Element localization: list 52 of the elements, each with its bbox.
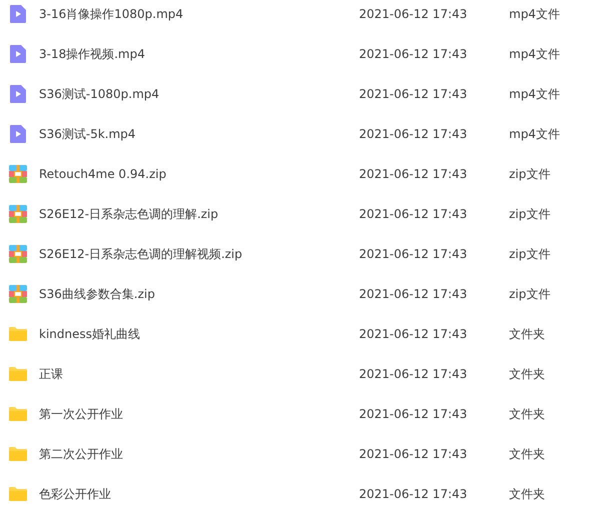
modified-date: 2021-06-12 17:43 xyxy=(359,46,468,63)
modified-date: 2021-06-12 17:43 xyxy=(359,246,468,263)
archive-icon xyxy=(9,165,27,183)
file-type: zip文件 xyxy=(509,166,550,183)
modified-date: 2021-06-12 17:43 xyxy=(359,6,468,23)
file-name: 色彩公开作业 xyxy=(39,486,112,503)
modified-date: 2021-06-12 17:43 xyxy=(359,166,468,183)
file-type: 文件夹 xyxy=(509,446,545,463)
file-type: mp4文件 xyxy=(509,126,560,143)
folder-icon xyxy=(9,485,27,503)
modified-date: 2021-06-12 17:43 xyxy=(359,86,468,103)
modified-date: 2021-06-12 17:43 xyxy=(359,446,468,463)
file-type: 文件夹 xyxy=(509,486,545,503)
video-file-icon xyxy=(9,125,27,143)
file-type: mp4文件 xyxy=(509,46,560,63)
folder-icon xyxy=(9,325,27,343)
modified-date: 2021-06-12 17:43 xyxy=(359,286,468,303)
modified-date: 2021-06-12 17:43 xyxy=(359,326,468,343)
archive-icon xyxy=(9,205,27,223)
file-type: zip文件 xyxy=(509,286,550,303)
file-type: 文件夹 xyxy=(509,326,545,343)
file-name: 第二次公开作业 xyxy=(39,446,124,463)
archive-icon xyxy=(9,285,27,303)
modified-date: 2021-06-12 17:43 xyxy=(359,206,468,223)
video-file-icon xyxy=(9,45,27,63)
file-name: 3-18操作视频.mp4 xyxy=(39,46,146,63)
file-name: S36测试-1080p.mp4 xyxy=(39,86,160,103)
file-type: 文件夹 xyxy=(509,406,545,423)
file-name: 3-16肖像操作1080p.mp4 xyxy=(39,6,184,23)
file-name: S26E12-日系杂志色调的理解视频.zip xyxy=(39,246,244,263)
modified-date: 2021-06-12 17:43 xyxy=(359,126,468,143)
modified-date: 2021-06-12 17:43 xyxy=(359,366,468,383)
file-name: S36曲线参数合集.zip xyxy=(39,286,156,303)
file-type: mp4文件 xyxy=(509,6,560,23)
file-type: zip文件 xyxy=(509,206,550,223)
modified-date: 2021-06-12 17:43 xyxy=(359,486,468,503)
folder-icon xyxy=(9,445,27,463)
file-name: 第一次公开作业 xyxy=(39,406,124,423)
archive-icon xyxy=(9,245,27,263)
file-name: S26E12-日系杂志色调的理解.zip xyxy=(39,206,220,223)
file-type: 文件夹 xyxy=(509,366,545,383)
folder-icon xyxy=(9,405,27,423)
file-name: 正课 xyxy=(39,366,64,383)
file-name: Retouch4me 0.94.zip xyxy=(39,166,168,183)
file-name: kindness婚礼曲线 xyxy=(39,326,141,343)
modified-date: 2021-06-12 17:43 xyxy=(359,406,468,423)
file-type: zip文件 xyxy=(509,246,550,263)
file-type: mp4文件 xyxy=(509,86,560,103)
video-file-icon xyxy=(9,85,27,103)
folder-icon xyxy=(9,365,27,383)
video-file-icon xyxy=(9,5,27,23)
file-name: S36测试-5k.mp4 xyxy=(39,126,137,143)
